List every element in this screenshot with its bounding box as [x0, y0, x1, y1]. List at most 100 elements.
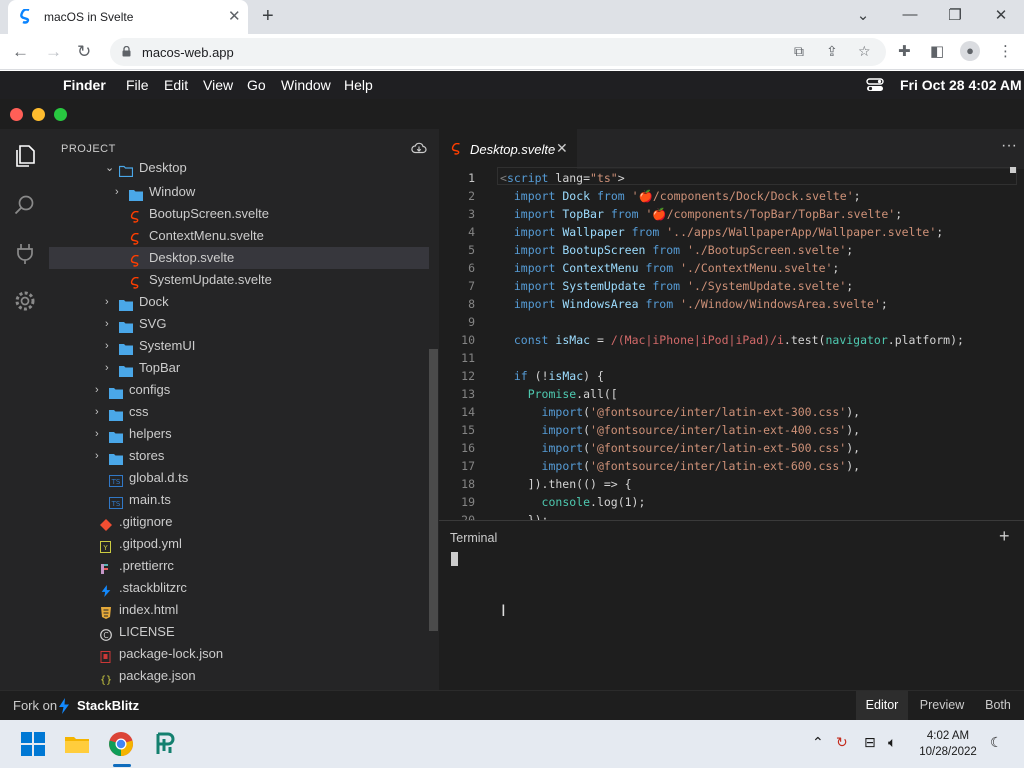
tree-row-window[interactable]: › Window	[49, 181, 429, 203]
reload-icon[interactable]: ↻	[77, 42, 91, 62]
fork-on-label[interactable]: Fork on	[13, 698, 57, 713]
browser-menu-icon[interactable]: ⋮	[998, 42, 1013, 60]
taskbar-clock[interactable]: 4:02 AM 10/28/2022	[912, 728, 984, 760]
tray-chevron-up-icon[interactable]: ⌃	[812, 734, 824, 751]
folder-icon	[109, 384, 123, 399]
view-both-button[interactable]: Both	[976, 691, 1020, 720]
terminal-add-icon[interactable]: +	[999, 526, 1010, 547]
cloud-download-icon[interactable]	[411, 142, 427, 154]
app-pinned-icon[interactable]	[152, 731, 178, 757]
tree-row-license[interactable]: C LICENSE	[49, 621, 429, 643]
menu-view[interactable]: View	[203, 77, 233, 93]
tray-volume-icon[interactable]: 🔈︎	[888, 734, 896, 751]
menu-edit[interactable]: Edit	[164, 77, 188, 93]
close-traffic-light[interactable]	[10, 108, 23, 121]
extensions-icon[interactable]: ✚	[898, 42, 911, 60]
search-icon[interactable]	[12, 192, 38, 218]
code-area[interactable]: 1 <script lang="ts"> 2 import Dock from '🍎…	[439, 167, 1024, 520]
settings-gear-icon[interactable]	[12, 288, 38, 314]
chevron-right-icon[interactable]: ›	[105, 313, 109, 335]
view-preview-button[interactable]: Preview	[914, 691, 970, 720]
tree-row-helpers[interactable]: › helpers	[49, 423, 429, 445]
chevron-right-icon[interactable]: ›	[95, 445, 99, 467]
typescript-file-icon: TS	[109, 494, 123, 509]
tree-row-desktop-svelte[interactable]: Desktop.svelte	[49, 247, 429, 269]
code-scrollbar[interactable]	[1010, 167, 1016, 173]
back-icon[interactable]: ←	[12, 42, 29, 62]
chevron-right-icon[interactable]: ›	[115, 181, 119, 203]
tree-row-dock[interactable]: › Dock	[49, 291, 429, 313]
forward-icon[interactable]: →	[45, 42, 62, 62]
chevron-right-icon[interactable]: ›	[95, 423, 99, 445]
tree-row-stores[interactable]: › stores	[49, 445, 429, 467]
chevron-right-icon[interactable]: ›	[95, 379, 99, 401]
chevron-right-icon[interactable]: ›	[95, 401, 99, 423]
tree-row-topbar[interactable]: › TopBar	[49, 357, 429, 379]
line-number: 4	[468, 225, 475, 239]
folder-icon	[109, 406, 123, 421]
share-icon[interactable]: ⇪	[826, 43, 838, 60]
chevron-right-icon[interactable]: ›	[105, 335, 109, 357]
browser-tab[interactable]: macOS in Svelte ✕	[8, 0, 248, 34]
tree-row-contextmenu-svelte[interactable]: ContextMenu.svelte	[49, 225, 429, 247]
chrome-icon[interactable]	[108, 731, 134, 757]
menu-finder[interactable]: Finder	[63, 77, 106, 93]
editor-tab-desktop-svelte[interactable]: Desktop.svelte ✕	[439, 129, 577, 169]
editor-more-actions-icon[interactable]: ···	[1001, 137, 1017, 155]
minimize-traffic-light[interactable]	[32, 108, 45, 121]
tree-row-systemui[interactable]: › SystemUI	[49, 335, 429, 357]
bookmark-star-icon[interactable]: ☆	[858, 43, 871, 60]
profile-avatar[interactable]: ●	[960, 41, 980, 61]
tree-row-stackblitzrc[interactable]: .stackblitzrc	[49, 577, 429, 599]
menu-go[interactable]: Go	[247, 77, 266, 93]
focus-moon-icon[interactable]: ☾	[990, 734, 1003, 751]
open-external-icon[interactable]: ⧉	[794, 43, 804, 60]
explorer-scrollbar[interactable]	[429, 349, 438, 631]
tray-network-icon[interactable]: ⊟	[864, 734, 876, 751]
tree-row-desktop[interactable]: ⌄ Desktop	[49, 157, 429, 179]
zoom-traffic-light[interactable]	[54, 108, 67, 121]
address-bar[interactable]: macos-web.app ⧉ ⇪ ☆	[110, 38, 886, 66]
svelte-file-icon	[129, 274, 143, 289]
tree-row-configs[interactable]: › configs	[49, 379, 429, 401]
chevron-down-icon[interactable]: ⌄	[105, 157, 114, 179]
tree-row-gitignore[interactable]: .gitignore	[49, 511, 429, 533]
terminal-panel[interactable]: Terminal + I	[439, 520, 1024, 690]
menubar-clock[interactable]: Fri Oct 28 4:02 AM	[900, 77, 1022, 93]
tree-row-gitpod-yml[interactable]: Y .gitpod.yml	[49, 533, 429, 555]
stackblitz-bolt-icon[interactable]	[58, 698, 70, 714]
tree-row-bootupscreen-svelte[interactable]: BootupScreen.svelte	[49, 203, 429, 225]
menu-help[interactable]: Help	[344, 77, 373, 93]
tree-row-main-ts[interactable]: TS main.ts	[49, 489, 429, 511]
tree-row-label: package-lock.json	[119, 646, 224, 661]
tray-update-icon[interactable]: ↻	[836, 734, 848, 751]
tree-row-package-lock-json[interactable]: package-lock.json	[49, 643, 429, 665]
editor-tab-close-icon[interactable]: ✕	[556, 140, 568, 157]
restore-icon[interactable]: ❐	[940, 6, 970, 24]
file-explorer-icon[interactable]	[64, 731, 90, 757]
tree-row-package-json[interactable]: {} package.json	[49, 665, 429, 687]
tab-close-icon[interactable]: ✕	[228, 9, 241, 24]
control-center-icon[interactable]	[866, 78, 884, 92]
explorer-files-icon[interactable]	[12, 143, 38, 169]
tree-row-index-html[interactable]: index.html	[49, 599, 429, 621]
extensions-plug-icon[interactable]	[12, 240, 38, 266]
side-panel-icon[interactable]: ◧	[930, 42, 944, 60]
folder-icon	[119, 340, 133, 355]
tree-row-svg[interactable]: › SVG	[49, 313, 429, 335]
stackblitz-link[interactable]: StackBlitz	[77, 698, 139, 713]
chevron-right-icon[interactable]: ›	[105, 291, 109, 313]
tree-row-global-d-ts[interactable]: TS global.d.ts	[49, 467, 429, 489]
close-window-icon[interactable]: ✕	[986, 6, 1016, 24]
tab-search-icon[interactable]: ⌄	[848, 6, 878, 24]
minimize-icon[interactable]: —	[895, 6, 925, 23]
tree-row-prettierrc[interactable]: .prettierrc	[49, 555, 429, 577]
menu-file[interactable]: File	[126, 77, 149, 93]
windows-start-icon[interactable]	[20, 731, 46, 757]
menu-window[interactable]: Window	[281, 77, 331, 93]
tree-row-css[interactable]: › css	[49, 401, 429, 423]
view-editor-button[interactable]: Editor	[856, 691, 908, 720]
new-tab-icon[interactable]: +	[262, 5, 274, 27]
tree-row-systemupdate-svelte[interactable]: SystemUpdate.svelte	[49, 269, 429, 291]
chevron-right-icon[interactable]: ›	[105, 357, 109, 379]
